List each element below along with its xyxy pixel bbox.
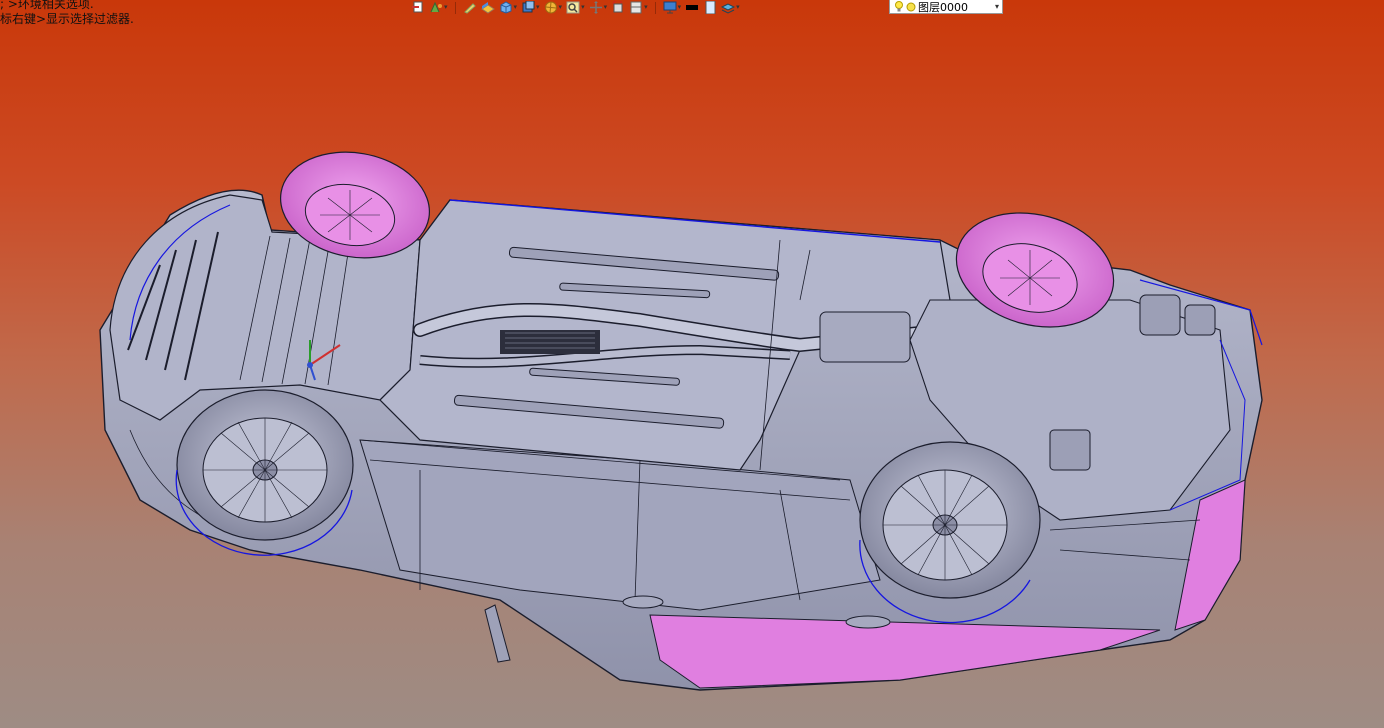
shading-icon xyxy=(480,2,495,14)
import-button[interactable] xyxy=(410,1,426,15)
chevron-down-icon: ▾ xyxy=(513,3,518,11)
chevron-down-icon: ▾ xyxy=(581,3,585,11)
door-handle xyxy=(622,595,664,609)
chevron-down-icon: ▾ xyxy=(736,3,740,11)
shading-button[interactable] xyxy=(480,1,496,15)
display-icon xyxy=(663,1,677,14)
status-hint-line-1: ; >环境相关选项. xyxy=(0,0,94,11)
chevron-down-icon: ▾ xyxy=(536,3,540,11)
sketch-button[interactable] xyxy=(462,1,478,15)
measure-icon xyxy=(430,1,442,13)
chevron-down-icon: ▾ xyxy=(994,2,999,11)
chevron-down-icon: ▾ xyxy=(603,3,608,11)
3d-model-viewport[interactable] xyxy=(0,20,1384,728)
chevron-down-icon: ▾ xyxy=(444,3,448,11)
cat-converter-mesh xyxy=(500,330,600,354)
line-color-button[interactable] xyxy=(684,1,700,15)
zoom-icon xyxy=(566,1,580,14)
layer-dropdown[interactable]: 图层0000 ▾ xyxy=(889,0,1003,14)
toolbar-separator xyxy=(454,1,456,14)
section-button[interactable]: ▾ xyxy=(628,1,649,15)
pencil-icon xyxy=(463,3,476,14)
section-icon xyxy=(630,1,642,14)
chevron-down-icon: ▾ xyxy=(677,3,682,11)
color-swatch-icon xyxy=(686,5,699,10)
render-sphere-icon xyxy=(544,1,557,14)
chevron-down-icon: ▾ xyxy=(644,3,648,11)
import-icon xyxy=(412,1,423,13)
measure-button[interactable]: ▾ xyxy=(428,1,449,15)
layer-manager-button[interactable]: ▾ xyxy=(720,1,741,15)
cube-icon xyxy=(500,1,512,14)
pan-button[interactable]: ▾ xyxy=(588,1,609,15)
side-mirror xyxy=(484,604,511,663)
pan-icon xyxy=(589,1,602,14)
chevron-down-icon: ▾ xyxy=(558,3,563,11)
sun-icon xyxy=(906,2,916,11)
zoom-button[interactable]: ▾ xyxy=(565,1,586,15)
layer-name: 图层0000 xyxy=(918,0,968,14)
rear-door-handle xyxy=(845,615,891,629)
cube-button[interactable]: ▾ xyxy=(498,1,519,15)
paper-button[interactable] xyxy=(702,1,718,15)
rotate-button[interactable] xyxy=(610,1,626,15)
layer-stack-icon xyxy=(721,3,736,14)
paper-icon xyxy=(705,1,716,14)
render-button[interactable]: ▾ xyxy=(543,1,564,15)
view-orientation-button[interactable]: ▾ xyxy=(520,1,541,15)
rotate-icon xyxy=(612,1,623,13)
toolbar-separator xyxy=(654,1,656,14)
display-button[interactable]: ▾ xyxy=(662,1,683,15)
lightbulb-icon xyxy=(895,1,903,12)
view-cube-icon xyxy=(522,1,535,13)
graphics-toolbar: ▾ ▾ ▾ ▾ ▾ ▾ ▾ ▾ ▾ xyxy=(410,0,741,15)
muffler xyxy=(819,311,911,363)
